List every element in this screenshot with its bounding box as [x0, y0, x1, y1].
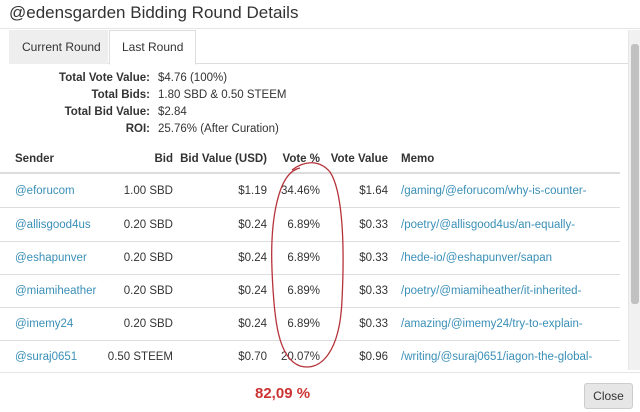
bid-value-cell: $0.24: [238, 285, 267, 297]
bid-value-cell: $0.24: [238, 318, 267, 330]
vote-pct-cell: 20.07%: [280, 351, 320, 363]
modal-title: @edensgarden Bidding Round Details: [9, 3, 299, 22]
summary-total-bid-value: Total Bid Value: $2.84: [0, 106, 640, 122]
modal-footer: 82,09 % Close: [0, 372, 640, 412]
summary-label: Total Bid Value:: [64, 106, 150, 118]
sender-link[interactable]: @suraj0651: [15, 351, 77, 363]
table-row: @imemy24 0.20 SBD $0.24 6.89% $0.33 /ama…: [0, 308, 620, 341]
header-sender[interactable]: Sender: [15, 153, 54, 165]
tab-current-round[interactable]: Current Round: [9, 30, 108, 64]
vote-pct-cell: 6.89%: [287, 219, 320, 231]
memo-link[interactable]: /hede-io/@eshapunver/sapan: [401, 252, 552, 264]
vote-value-cell: $0.33: [359, 219, 388, 231]
vote-value-cell: $0.96: [359, 351, 388, 363]
bid-cell: 0.20 SBD: [123, 285, 173, 297]
table-row: @suraj0651 0.50 STEEM $0.70 20.07% $0.96…: [0, 341, 620, 374]
bid-cell: 0.20 SBD: [123, 219, 173, 231]
vertical-scrollbar[interactable]: [628, 30, 640, 370]
bid-value-cell: $0.24: [238, 252, 267, 264]
table-row: @miamiheather 0.20 SBD $0.24 6.89% $0.33…: [0, 275, 620, 308]
memo-link[interactable]: /poetry/@miamiheather/it-inherited-: [401, 285, 581, 297]
total-annotation-text: 82,09 %: [255, 385, 311, 402]
vote-pct-cell: 6.89%: [287, 285, 320, 297]
table-header: Sender Bid Bid Value (USD) Vote % Vote V…: [0, 147, 620, 174]
summary-total-vote-value: Total Vote Value: $4.76 (100%): [0, 72, 640, 88]
bid-cell: 0.20 SBD: [123, 252, 173, 264]
table-row: @allisgood4us 0.20 SBD $0.24 6.89% $0.33…: [0, 209, 620, 242]
close-button[interactable]: Close: [584, 383, 633, 409]
header-bid-value[interactable]: Bid Value (USD): [180, 153, 267, 165]
bid-cell: 1.00 SBD: [123, 185, 173, 197]
summary-value: $4.76 (100%): [158, 72, 228, 84]
summary-roi: ROI: 25.76% (After Curation): [0, 123, 640, 139]
summary-value: 1.80 SBD & 0.50 STEEM: [158, 89, 287, 101]
header-memo[interactable]: Memo: [401, 153, 434, 165]
vote-pct-cell: 6.89%: [287, 252, 320, 264]
vote-pct-cell: 6.89%: [287, 318, 320, 330]
bid-cell: 0.20 SBD: [123, 318, 173, 330]
summary-total-bids: Total Bids: 1.80 SBD & 0.50 STEEM: [0, 89, 640, 105]
memo-link[interactable]: /poetry/@allisgood4us/an-equally-: [401, 219, 575, 231]
summary-label: Total Bids:: [91, 89, 150, 101]
bid-cell: 0.50 STEEM: [107, 351, 173, 363]
header-vote-value[interactable]: Vote Value: [331, 153, 388, 165]
vote-value-cell: $1.64: [359, 185, 388, 197]
modal-header: @edensgarden Bidding Round Details: [0, 0, 640, 29]
table-row: @eshapunver 0.20 SBD $0.24 6.89% $0.33 /…: [0, 242, 620, 275]
tab-last-round[interactable]: Last Round: [109, 30, 196, 65]
summary-label: ROI:: [125, 123, 150, 135]
tab-bar: Current Round Last Round: [9, 30, 640, 65]
sender-link[interactable]: @miamiheather: [15, 285, 96, 297]
sender-link[interactable]: @eforucom: [15, 185, 75, 197]
summary-label: Total Vote Value:: [59, 72, 150, 84]
bid-value-cell: $1.19: [238, 185, 267, 197]
sender-link[interactable]: @imemy24: [15, 318, 73, 330]
header-bid[interactable]: Bid: [154, 153, 173, 165]
table-row: @eforucom 1.00 SBD $1.19 34.46% $1.64 /g…: [0, 175, 620, 208]
vote-pct-cell: 34.46%: [280, 185, 320, 197]
vote-value-cell: $0.33: [359, 252, 388, 264]
vote-value-cell: $0.33: [359, 285, 388, 297]
memo-link[interactable]: /amazing/@imemy24/try-to-explain-: [401, 318, 583, 330]
memo-link[interactable]: /gaming/@eforucom/why-is-counter-: [401, 185, 587, 197]
vote-value-cell: $0.33: [359, 318, 388, 330]
header-vote-pct[interactable]: Vote %: [283, 153, 321, 165]
bid-value-cell: $0.70: [238, 351, 267, 363]
scrollbar-thumb[interactable]: [631, 44, 639, 304]
memo-link[interactable]: /writing/@suraj0651/iagon-the-global-: [401, 351, 592, 363]
sender-link[interactable]: @allisgood4us: [15, 219, 91, 231]
bid-value-cell: $0.24: [238, 219, 267, 231]
summary-value: 25.76% (After Curation): [158, 123, 279, 135]
sender-link[interactable]: @eshapunver: [15, 252, 87, 264]
summary-value: $2.84: [158, 106, 187, 118]
